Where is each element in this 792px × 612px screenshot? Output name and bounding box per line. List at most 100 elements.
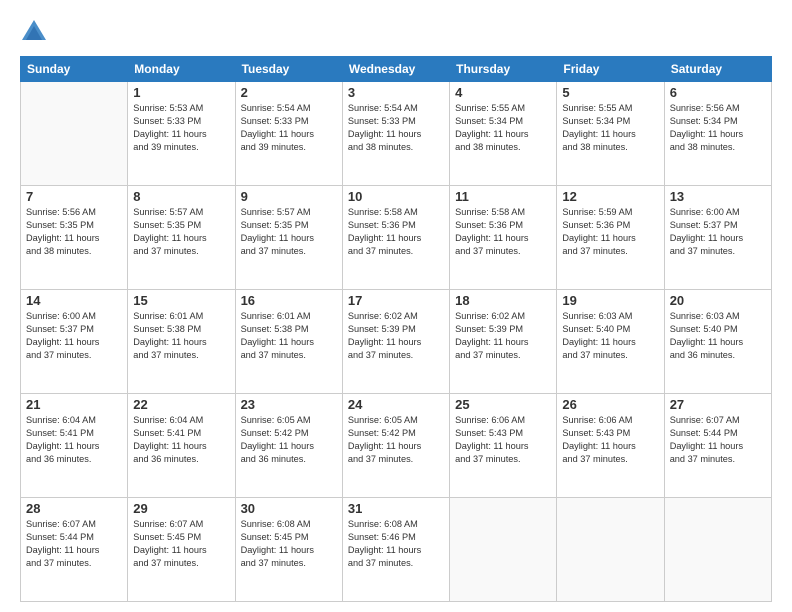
day-info: Sunrise: 6:01 AM Sunset: 5:38 PM Dayligh… — [241, 310, 337, 362]
day-number: 5 — [562, 85, 658, 100]
calendar-cell: 13 Sunrise: 6:00 AM Sunset: 5:37 PM Dayli… — [664, 186, 771, 290]
calendar-cell: 14 Sunrise: 6:00 AM Sunset: 5:37 PM Dayli… — [21, 290, 128, 394]
day-info: Sunrise: 6:01 AM Sunset: 5:38 PM Dayligh… — [133, 310, 229, 362]
day-number: 29 — [133, 501, 229, 516]
day-info: Sunrise: 5:53 AM Sunset: 5:33 PM Dayligh… — [133, 102, 229, 154]
day-number: 13 — [670, 189, 766, 204]
day-info: Sunrise: 6:08 AM Sunset: 5:46 PM Dayligh… — [348, 518, 444, 570]
header-day-thursday: Thursday — [450, 57, 557, 82]
day-info: Sunrise: 6:00 AM Sunset: 5:37 PM Dayligh… — [26, 310, 122, 362]
day-number: 20 — [670, 293, 766, 308]
day-info: Sunrise: 6:07 AM Sunset: 5:44 PM Dayligh… — [670, 414, 766, 466]
day-number: 19 — [562, 293, 658, 308]
day-number: 14 — [26, 293, 122, 308]
header — [20, 18, 772, 46]
calendar-week-1: 1 Sunrise: 5:53 AM Sunset: 5:33 PM Daylig… — [21, 82, 772, 186]
calendar-cell: 3 Sunrise: 5:54 AM Sunset: 5:33 PM Daylig… — [342, 82, 449, 186]
day-number: 6 — [670, 85, 766, 100]
day-info: Sunrise: 5:55 AM Sunset: 5:34 PM Dayligh… — [562, 102, 658, 154]
calendar-week-3: 14 Sunrise: 6:00 AM Sunset: 5:37 PM Dayli… — [21, 290, 772, 394]
day-info: Sunrise: 6:06 AM Sunset: 5:43 PM Dayligh… — [562, 414, 658, 466]
calendar-cell — [664, 498, 771, 602]
calendar-cell: 22 Sunrise: 6:04 AM Sunset: 5:41 PM Dayli… — [128, 394, 235, 498]
calendar-week-4: 21 Sunrise: 6:04 AM Sunset: 5:41 PM Dayli… — [21, 394, 772, 498]
calendar-cell: 11 Sunrise: 5:58 AM Sunset: 5:36 PM Dayli… — [450, 186, 557, 290]
calendar-cell: 4Sunrise: 5:55 AM Sunset: 5:34 PM Daylig… — [450, 82, 557, 186]
day-info: Sunrise: 5:56 AM Sunset: 5:35 PM Dayligh… — [26, 206, 122, 258]
day-info: Sunrise: 6:02 AM Sunset: 5:39 PM Dayligh… — [455, 310, 551, 362]
calendar-week-2: 7 Sunrise: 5:56 AM Sunset: 5:35 PM Daylig… — [21, 186, 772, 290]
calendar-cell: 24 Sunrise: 6:05 AM Sunset: 5:42 PM Dayli… — [342, 394, 449, 498]
calendar-cell: 10Sunrise: 5:58 AM Sunset: 5:36 PM Dayli… — [342, 186, 449, 290]
calendar-cell: 8 Sunrise: 5:57 AM Sunset: 5:35 PM Daylig… — [128, 186, 235, 290]
logo — [20, 18, 52, 46]
day-number: 28 — [26, 501, 122, 516]
calendar-cell: 5 Sunrise: 5:55 AM Sunset: 5:34 PM Daylig… — [557, 82, 664, 186]
calendar-cell: 6 Sunrise: 5:56 AM Sunset: 5:34 PM Daylig… — [664, 82, 771, 186]
logo-icon — [20, 18, 48, 46]
header-day-sunday: Sunday — [21, 57, 128, 82]
calendar-cell: 1 Sunrise: 5:53 AM Sunset: 5:33 PM Daylig… — [128, 82, 235, 186]
day-info: Sunrise: 5:54 AM Sunset: 5:33 PM Dayligh… — [241, 102, 337, 154]
calendar-cell: 9Sunrise: 5:57 AM Sunset: 5:35 PM Daylig… — [235, 186, 342, 290]
day-info: Sunrise: 6:04 AM Sunset: 5:41 PM Dayligh… — [133, 414, 229, 466]
calendar-cell: 20 Sunrise: 6:03 AM Sunset: 5:40 PM Dayli… — [664, 290, 771, 394]
day-number: 3 — [348, 85, 444, 100]
day-info: Sunrise: 6:06 AM Sunset: 5:43 PM Dayligh… — [455, 414, 551, 466]
calendar-body: 1 Sunrise: 5:53 AM Sunset: 5:33 PM Daylig… — [21, 82, 772, 602]
day-number: 18 — [455, 293, 551, 308]
calendar-cell — [557, 498, 664, 602]
day-info: Sunrise: 6:07 AM Sunset: 5:45 PM Dayligh… — [133, 518, 229, 570]
day-number: 25 — [455, 397, 551, 412]
calendar-cell: 12 Sunrise: 5:59 AM Sunset: 5:36 PM Dayli… — [557, 186, 664, 290]
calendar-cell — [450, 498, 557, 602]
day-info: Sunrise: 6:00 AM Sunset: 5:37 PM Dayligh… — [670, 206, 766, 258]
day-info: Sunrise: 6:08 AM Sunset: 5:45 PM Dayligh… — [241, 518, 337, 570]
day-number: 7 — [26, 189, 122, 204]
day-info: Sunrise: 5:59 AM Sunset: 5:36 PM Dayligh… — [562, 206, 658, 258]
calendar-cell: 16Sunrise: 6:01 AM Sunset: 5:38 PM Dayli… — [235, 290, 342, 394]
day-number: 1 — [133, 85, 229, 100]
day-number: 21 — [26, 397, 122, 412]
day-number: 24 — [348, 397, 444, 412]
day-info: Sunrise: 5:57 AM Sunset: 5:35 PM Dayligh… — [133, 206, 229, 258]
day-info: Sunrise: 5:54 AM Sunset: 5:33 PM Dayligh… — [348, 102, 444, 154]
calendar-week-5: 28 Sunrise: 6:07 AM Sunset: 5:44 PM Dayli… — [21, 498, 772, 602]
day-number: 11 — [455, 189, 551, 204]
day-info: Sunrise: 6:07 AM Sunset: 5:44 PM Dayligh… — [26, 518, 122, 570]
header-day-wednesday: Wednesday — [342, 57, 449, 82]
calendar-cell: 30 Sunrise: 6:08 AM Sunset: 5:45 PM Dayli… — [235, 498, 342, 602]
day-info: Sunrise: 6:03 AM Sunset: 5:40 PM Dayligh… — [670, 310, 766, 362]
calendar-cell: 18 Sunrise: 6:02 AM Sunset: 5:39 PM Dayli… — [450, 290, 557, 394]
calendar-cell: 2Sunrise: 5:54 AM Sunset: 5:33 PM Daylig… — [235, 82, 342, 186]
day-info: Sunrise: 5:58 AM Sunset: 5:36 PM Dayligh… — [455, 206, 551, 258]
day-info: Sunrise: 6:03 AM Sunset: 5:40 PM Dayligh… — [562, 310, 658, 362]
calendar-cell: 17Sunrise: 6:02 AM Sunset: 5:39 PM Dayli… — [342, 290, 449, 394]
day-number: 12 — [562, 189, 658, 204]
calendar-cell: 28 Sunrise: 6:07 AM Sunset: 5:44 PM Dayli… — [21, 498, 128, 602]
day-info: Sunrise: 6:05 AM Sunset: 5:42 PM Dayligh… — [241, 414, 337, 466]
day-info: Sunrise: 5:57 AM Sunset: 5:35 PM Dayligh… — [241, 206, 337, 258]
header-day-friday: Friday — [557, 57, 664, 82]
day-info: Sunrise: 5:56 AM Sunset: 5:34 PM Dayligh… — [670, 102, 766, 154]
header-day-tuesday: Tuesday — [235, 57, 342, 82]
day-number: 8 — [133, 189, 229, 204]
header-day-monday: Monday — [128, 57, 235, 82]
day-number: 30 — [241, 501, 337, 516]
day-number: 23 — [241, 397, 337, 412]
header-day-saturday: Saturday — [664, 57, 771, 82]
day-number: 10 — [348, 189, 444, 204]
calendar-cell: 27 Sunrise: 6:07 AM Sunset: 5:44 PM Dayli… — [664, 394, 771, 498]
calendar-cell: 21Sunrise: 6:04 AM Sunset: 5:41 PM Dayli… — [21, 394, 128, 498]
day-number: 17 — [348, 293, 444, 308]
day-number: 22 — [133, 397, 229, 412]
calendar-cell: 29 Sunrise: 6:07 AM Sunset: 5:45 PM Dayli… — [128, 498, 235, 602]
day-info: Sunrise: 6:05 AM Sunset: 5:42 PM Dayligh… — [348, 414, 444, 466]
day-number: 15 — [133, 293, 229, 308]
calendar-cell: 19 Sunrise: 6:03 AM Sunset: 5:40 PM Dayli… — [557, 290, 664, 394]
day-number: 31 — [348, 501, 444, 516]
day-number: 27 — [670, 397, 766, 412]
header-row: SundayMondayTuesdayWednesdayThursdayFrid… — [21, 57, 772, 82]
calendar-cell: 26Sunrise: 6:06 AM Sunset: 5:43 PM Dayli… — [557, 394, 664, 498]
calendar-table: SundayMondayTuesdayWednesdayThursdayFrid… — [20, 56, 772, 602]
